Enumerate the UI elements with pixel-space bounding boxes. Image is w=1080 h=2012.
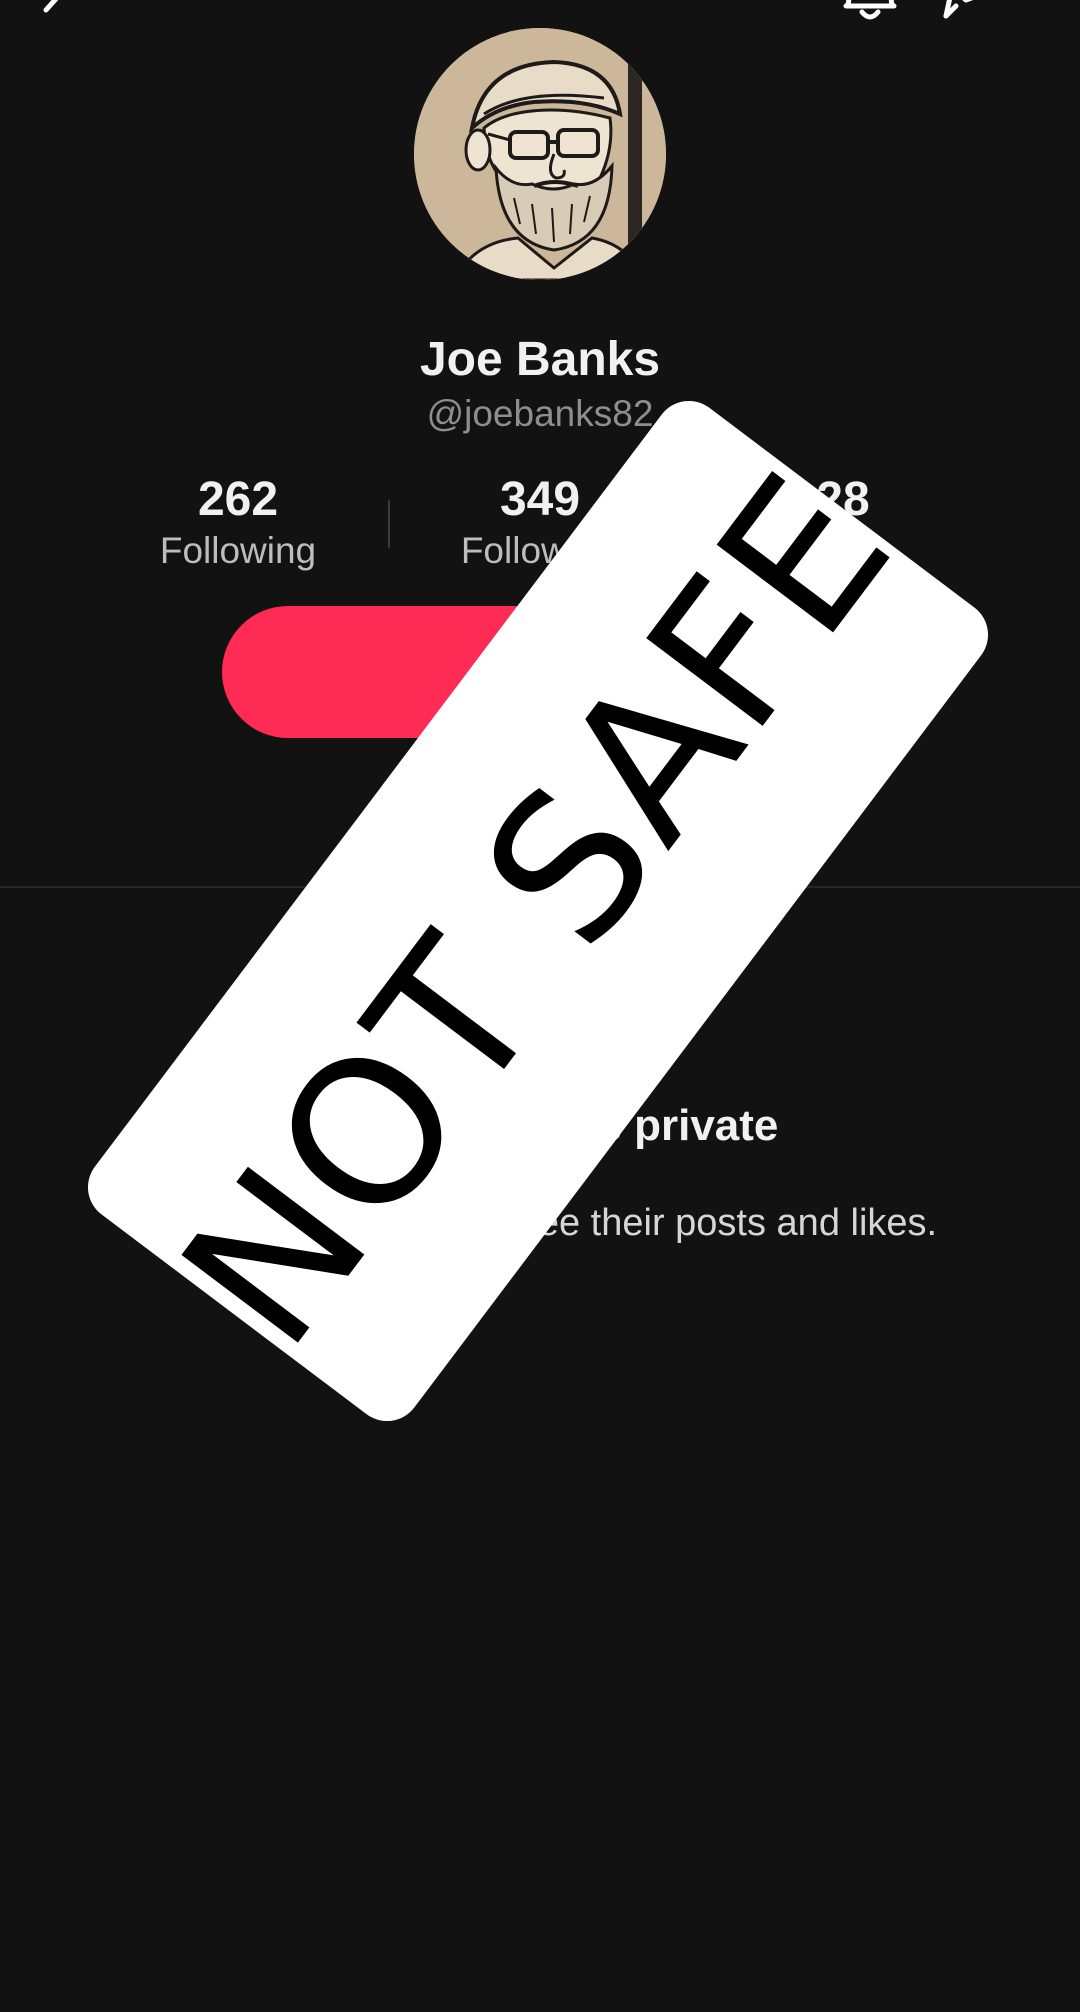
avatar[interactable]	[414, 28, 666, 280]
bell-icon[interactable]	[836, 0, 904, 32]
following-label: Following	[159, 530, 317, 571]
back-arrow-icon[interactable]	[20, 0, 80, 30]
username-handle: @joebanks82	[426, 393, 654, 434]
share-icon[interactable]	[938, 0, 1014, 32]
display-name: Joe Banks	[419, 333, 661, 386]
avatar-image	[414, 28, 666, 280]
stat-following[interactable]: 262 Following	[88, 472, 388, 574]
following-count: 262	[197, 473, 279, 526]
